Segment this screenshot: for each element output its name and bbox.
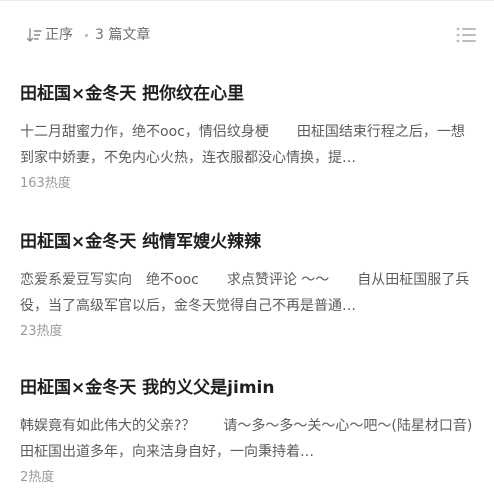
article-heat: 163热度 (20, 176, 71, 191)
article-title[interactable]: 田柾国×金冬天 把你纹在心里 (20, 82, 480, 106)
sort-order-label: 正序 (45, 27, 73, 43)
list-view-icon[interactable] (456, 26, 476, 44)
article-title[interactable]: 田柾国×金冬天 我的义父是jimin (20, 376, 480, 400)
article-excerpt: 恋爱系爱豆写实向 绝不ooc 求点赞评论 ～～ 自从田柾国服了兵役，当了高级军官… (20, 272, 470, 314)
sort-ascending-icon (26, 28, 42, 42)
top-divider (0, 0, 494, 1)
article-excerpt: 韩娱竟有如此伟大的父亲?？ 请～多～多～关～心～吧～(陆星材口音) 田柾国出道多… (20, 418, 473, 460)
article-heat: 23热度 (20, 324, 63, 339)
article-toolbar: 正序 3 篇文章 (0, 18, 494, 52)
article-heat: 2热度 (20, 470, 55, 485)
article-count: 3 篇文章 (95, 27, 151, 43)
article-title[interactable]: 田柾国×金冬天 纯情军嫂火辣辣 (20, 230, 480, 254)
separator-dot (85, 34, 88, 37)
article-excerpt: 十二月甜蜜力作，绝不ooc，情侣纹身梗 田柾国结束行程之后，一想到家中娇妻，不免… (20, 124, 465, 166)
sort-order-button[interactable]: 正序 (26, 25, 73, 45)
